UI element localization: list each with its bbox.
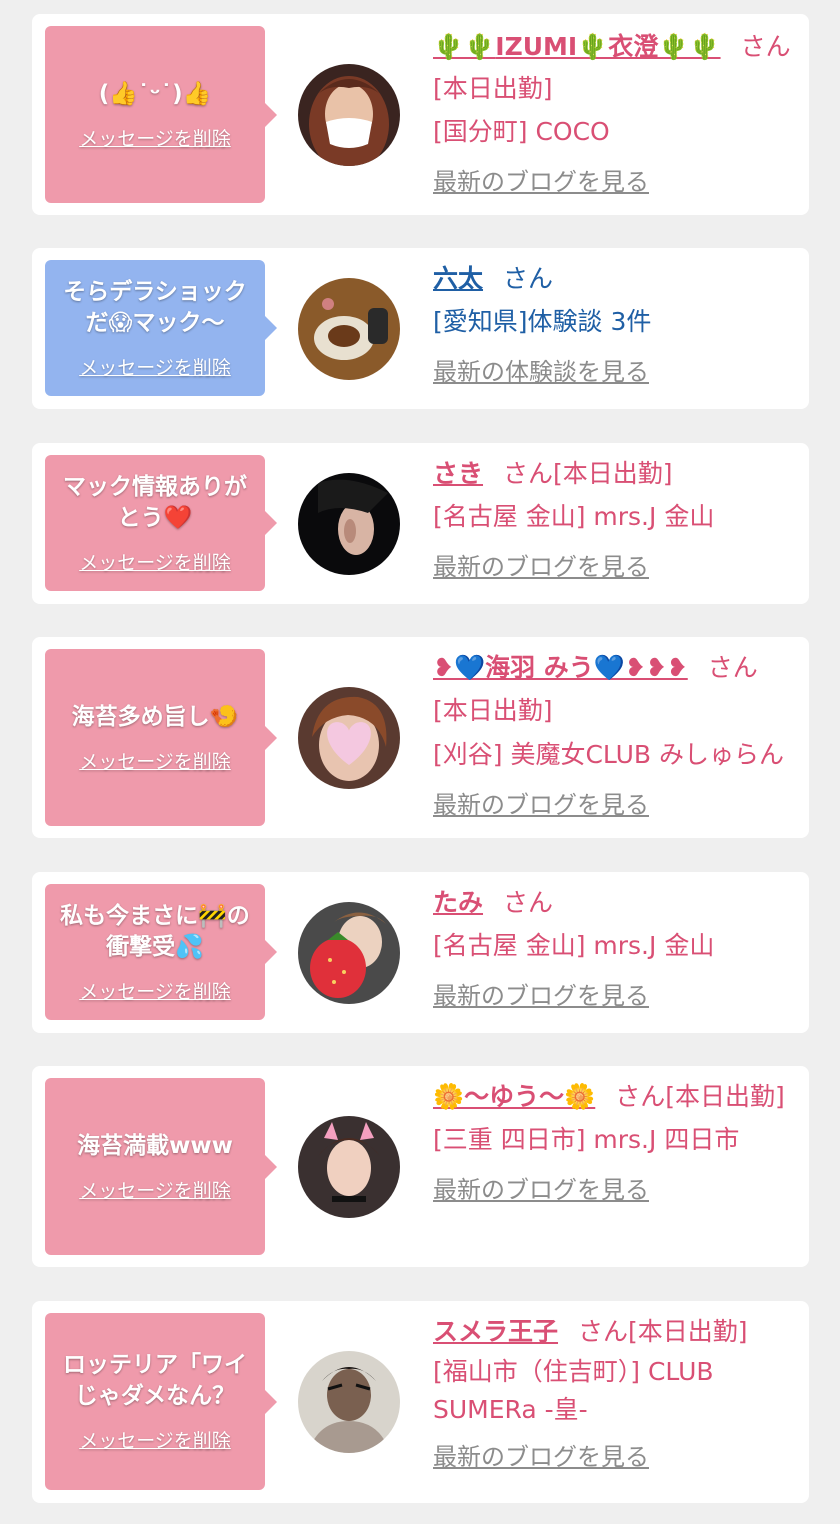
- message-bubble: マック情報ありがとう❤️ メッセージを削除: [45, 455, 277, 591]
- message-card: 私も今まさに🚧の衝撃受💦 メッセージを削除 たみ さん [名古屋 金山] mrs.…: [32, 872, 809, 1033]
- message-text: 私も今まさに🚧の衝撃受💦: [60, 902, 250, 960]
- shop-detail: [刈谷] 美魔女CLUB みしゅらん: [433, 740, 784, 769]
- delete-message-link[interactable]: メッセージを削除: [79, 548, 231, 575]
- message-text: 海苔満載www: [77, 1132, 233, 1159]
- sender-name-link[interactable]: ❥💙海羽 みう💙❥❥❥: [433, 653, 688, 682]
- message-bubble: 海苔満載www メッセージを削除: [45, 1078, 277, 1255]
- avatar[interactable]: [298, 278, 400, 380]
- avatar[interactable]: [298, 1351, 400, 1453]
- delete-message-link[interactable]: メッセージを削除: [79, 977, 231, 1004]
- card-info: 🌼〜ゆう〜🌼 さん[本日出勤] [三重 四日市] mrs.J 四日市 最新のブログ…: [433, 1076, 791, 1205]
- avatar[interactable]: [298, 473, 400, 575]
- latest-blog-link[interactable]: 最新のブログを見る: [433, 1437, 649, 1472]
- sender-name-link[interactable]: 六太: [433, 264, 483, 293]
- delete-message-link[interactable]: メッセージを削除: [79, 747, 231, 774]
- work-status: [本日出勤]: [433, 696, 553, 725]
- message-text: そらデラショックだ😱マック〜: [63, 278, 247, 336]
- sender-status: さん: [707, 653, 758, 682]
- sender-status: さん[本日出勤]: [503, 459, 673, 488]
- latest-blog-link[interactable]: 最新のブログを見る: [433, 785, 649, 820]
- shop-detail: [三重 四日市] mrs.J 四日市: [433, 1125, 740, 1154]
- message-bubble: 海苔多め旨し🍤 メッセージを削除: [45, 649, 277, 826]
- sender-name-link[interactable]: 🌼〜ゆう〜🌼: [433, 1082, 595, 1111]
- message-card: (👍˙ᵕ˙)👍 メッセージを削除 🌵🌵IZUMI🌵衣澄🌵🌵 さん[本日出勤] [国…: [32, 14, 809, 215]
- sender-name-link[interactable]: さき: [433, 459, 483, 488]
- avatar[interactable]: [298, 687, 400, 789]
- message-bubble: そらデラショックだ😱マック〜 メッセージを削除: [45, 260, 277, 396]
- review-count: [愛知県]体験談 3件: [433, 307, 652, 336]
- sender-status: さん: [503, 264, 554, 293]
- card-info: 六太 さん [愛知県]体験談 3件 最新の体験談を見る: [433, 258, 791, 387]
- latest-blog-link[interactable]: 最新のブログを見る: [433, 976, 649, 1011]
- avatar[interactable]: [298, 64, 400, 166]
- avatar[interactable]: [298, 902, 400, 1004]
- message-card: 海苔満載www メッセージを削除 🌼〜ゆう〜🌼 さん[本日出勤] [三重 四日市]…: [32, 1066, 809, 1267]
- message-text: 海苔多め旨し🍤: [71, 703, 239, 730]
- shop-detail: [名古屋 金山] mrs.J 金山: [433, 502, 715, 531]
- shop-detail: [福山市（住吉町）] CLUB SUMERa -皇-: [433, 1357, 714, 1424]
- card-info: たみ さん [名古屋 金山] mrs.J 金山 最新のブログを見る: [433, 882, 791, 1011]
- avatar[interactable]: [298, 1116, 400, 1218]
- message-list: (👍˙ᵕ˙)👍 メッセージを削除 🌵🌵IZUMI🌵衣澄🌵🌵 さん[本日出勤] [国…: [0, 0, 840, 1524]
- sender-status: さん[本日出勤]: [578, 1317, 748, 1346]
- shop-detail: [国分町] COCO: [433, 117, 610, 146]
- message-text: マック情報ありがとう❤️: [63, 473, 247, 531]
- latest-blog-link[interactable]: 最新のブログを見る: [433, 162, 649, 197]
- message-card: 海苔多め旨し🍤 メッセージを削除 ❥💙海羽 みう💙❥❥❥ さん [本日出勤] [刈…: [32, 637, 809, 838]
- sender-name-link[interactable]: たみ: [433, 888, 483, 917]
- message-text: (👍˙ᵕ˙)👍: [98, 80, 212, 107]
- sender-status: さん[本日出勤]: [615, 1082, 785, 1111]
- delete-message-link[interactable]: メッセージを削除: [79, 1176, 231, 1203]
- delete-message-link[interactable]: メッセージを削除: [79, 124, 231, 151]
- card-info: ❥💙海羽 みう💙❥❥❥ さん [本日出勤] [刈谷] 美魔女CLUB みしゅらん …: [433, 647, 791, 820]
- message-text: ロッテリア「ワイじゃダメなん？: [63, 1352, 247, 1409]
- message-card: マック情報ありがとう❤️ メッセージを削除 さき さん[本日出勤] [名古屋 金山…: [32, 443, 809, 604]
- delete-message-link[interactable]: メッセージを削除: [79, 353, 231, 380]
- sender-name-link[interactable]: スメラ王子: [433, 1317, 558, 1346]
- latest-blog-link[interactable]: 最新のブログを見る: [433, 1170, 649, 1205]
- latest-review-link[interactable]: 最新の体験談を見る: [433, 352, 649, 387]
- message-card: そらデラショックだ😱マック〜 メッセージを削除 六太 さん [愛知県]体験談 3件…: [32, 248, 809, 409]
- message-card: ロッテリア「ワイじゃダメなん？ メッセージを削除 スメラ王子 さん[本日出勤] […: [32, 1301, 809, 1503]
- latest-blog-link[interactable]: 最新のブログを見る: [433, 547, 649, 582]
- sender-name-link[interactable]: 🌵🌵IZUMI🌵衣澄🌵🌵: [433, 32, 721, 61]
- shop-detail: [名古屋 金山] mrs.J 金山: [433, 931, 715, 960]
- message-bubble: 私も今まさに🚧の衝撃受💦 メッセージを削除: [45, 884, 277, 1020]
- message-bubble: (👍˙ᵕ˙)👍 メッセージを削除: [45, 26, 277, 203]
- message-bubble: ロッテリア「ワイじゃダメなん？ メッセージを削除: [45, 1313, 277, 1490]
- card-info: さき さん[本日出勤] [名古屋 金山] mrs.J 金山 最新のブログを見る: [433, 453, 791, 582]
- delete-message-link[interactable]: メッセージを削除: [79, 1426, 231, 1453]
- card-info: スメラ王子 さん[本日出勤] [福山市（住吉町）] CLUB SUMERa -皇-…: [433, 1311, 791, 1472]
- card-info: 🌵🌵IZUMI🌵衣澄🌵🌵 さん[本日出勤] [国分町] COCO 最新のブログを見…: [433, 26, 791, 197]
- cactus-icon: 🌵🌵: [433, 32, 496, 61]
- sender-status: さん: [503, 888, 554, 917]
